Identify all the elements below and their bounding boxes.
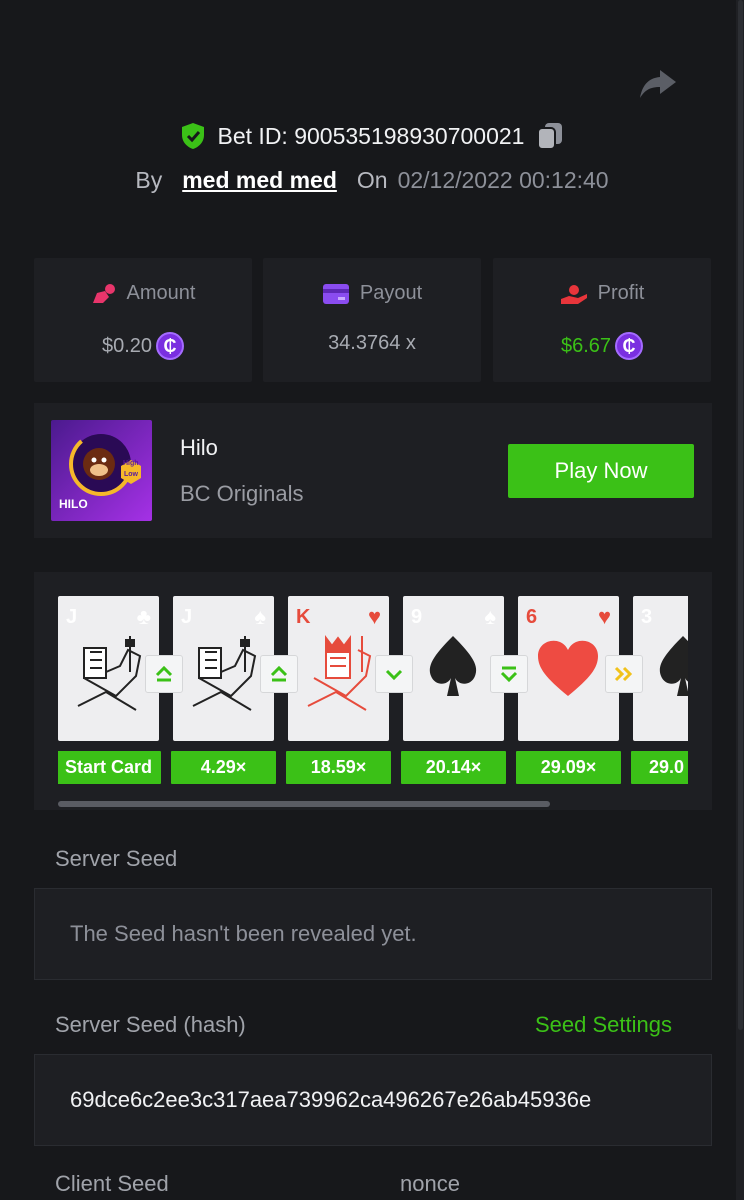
profit-label: Profit — [597, 282, 645, 304]
higher-arrow-icon — [145, 655, 183, 693]
by-label: By — [135, 166, 163, 193]
lower-equal-arrow-icon — [490, 655, 528, 693]
profit-hand-icon — [560, 284, 587, 304]
cards-horizontal-scrollbar[interactable] — [58, 801, 550, 807]
thumb-label: HILO — [59, 497, 88, 511]
payout-card: Payout 34.3764 x — [263, 258, 481, 382]
lower-arrow-icon — [375, 655, 413, 693]
game-card: High Low HILO Hilo BC Originals Play Now — [34, 403, 712, 538]
spade-suit-icon: ♠ — [254, 604, 266, 629]
coin-icon: ₵ — [156, 332, 185, 360]
card-rank: J — [181, 606, 193, 628]
profit-card: Profit $6.67 ₵ — [493, 258, 711, 382]
profit-value: $6.67 — [560, 334, 612, 357]
bet-id: Bet ID: 900535198930700021 — [217, 122, 525, 149]
multiplier-badge: 29.09× — [516, 751, 621, 784]
page-scrollbar-thumb[interactable] — [738, 0, 743, 1030]
server-seed-hash-value: 69dce6c2ee3c317aea739962ca496267e26ab459… — [70, 1087, 592, 1112]
card-rank: 3 — [641, 606, 653, 628]
payout-label: Payout — [359, 282, 423, 304]
coin-icon: ₵ — [615, 332, 644, 360]
payout-card-icon — [322, 283, 349, 304]
skip-arrow-icon — [605, 655, 643, 693]
server-seed-hash-label: Server Seed (hash) — [55, 1012, 246, 1037]
play-now-button[interactable]: Play Now — [508, 444, 694, 498]
client-seed-label: Client Seed — [55, 1171, 169, 1196]
server-seed-label: Server Seed — [55, 846, 178, 871]
bet-date: 02/12/2022 00:12:40 — [397, 166, 609, 193]
card-rank: J — [66, 606, 78, 628]
card: K ♥ — [288, 596, 389, 741]
amount-card: Amount $0.20 ₵ — [34, 258, 252, 382]
heart-suit-icon: ♥ — [597, 604, 611, 629]
cards-history-panel: J ♣ J ♠ K ♥ 9 ♠ 6 ♥ 3 Start Card 4.29× 1… — [34, 572, 712, 810]
heart-suit-icon: ♥ — [367, 604, 381, 629]
thumb-badge-high: High — [123, 460, 139, 467]
server-seed-field: The Seed hasn't been revealed yet. — [34, 888, 712, 980]
amount-label: Amount — [126, 282, 196, 304]
card: J ♠ — [173, 596, 274, 741]
card-rank: K — [296, 606, 311, 628]
multiplier-badge: 18.59× — [286, 751, 391, 784]
server-seed-value: The Seed hasn't been revealed yet. — [70, 921, 417, 946]
payout-value: 34.3764 x — [328, 332, 416, 354]
hilo-game-thumbnail[interactable]: High Low HILO — [51, 420, 152, 521]
bet-id-row: Bet ID: 900535198930700021 — [0, 118, 744, 154]
card: 6 ♥ — [518, 596, 619, 741]
share-icon[interactable] — [638, 66, 678, 102]
user-link[interactable]: med med med — [182, 167, 337, 194]
game-title: Hilo — [180, 435, 218, 460]
verified-shield-icon — [181, 123, 204, 149]
amount-value: $0.20 — [101, 334, 153, 357]
server-seed-hash-field[interactable]: 69dce6c2ee3c317aea739962ca496267e26ab459… — [34, 1054, 712, 1146]
bet-meta-row: By med med med On 02/12/2022 00:12:40 — [0, 162, 744, 198]
card-rank: 9 — [411, 606, 423, 628]
club-suit-icon: ♣ — [136, 604, 151, 629]
higher-arrow-icon — [260, 655, 298, 693]
on-label: On — [356, 166, 388, 193]
multiplier-badge: 29.0 — [631, 751, 688, 784]
thumb-badge-low: Low — [124, 471, 138, 478]
cards-strip[interactable]: J ♣ J ♠ K ♥ 9 ♠ 6 ♥ 3 Start Card 4.29× 1… — [58, 596, 688, 786]
card: 9 ♠ — [403, 596, 504, 741]
game-provider: BC Originals — [180, 481, 304, 506]
spade-suit-icon: ♠ — [484, 604, 496, 629]
copy-icon[interactable] — [536, 121, 564, 151]
amount-icon — [92, 283, 115, 303]
multiplier-badge: 4.29× — [171, 751, 276, 784]
multiplier-badge: 20.14× — [401, 751, 506, 784]
multiplier-badge: Start Card — [58, 751, 161, 784]
card-rank: 6 — [526, 606, 538, 628]
card: J ♣ — [58, 596, 159, 741]
nonce-label: nonce — [400, 1171, 460, 1196]
seed-settings-link[interactable]: Seed Settings — [535, 1012, 672, 1038]
